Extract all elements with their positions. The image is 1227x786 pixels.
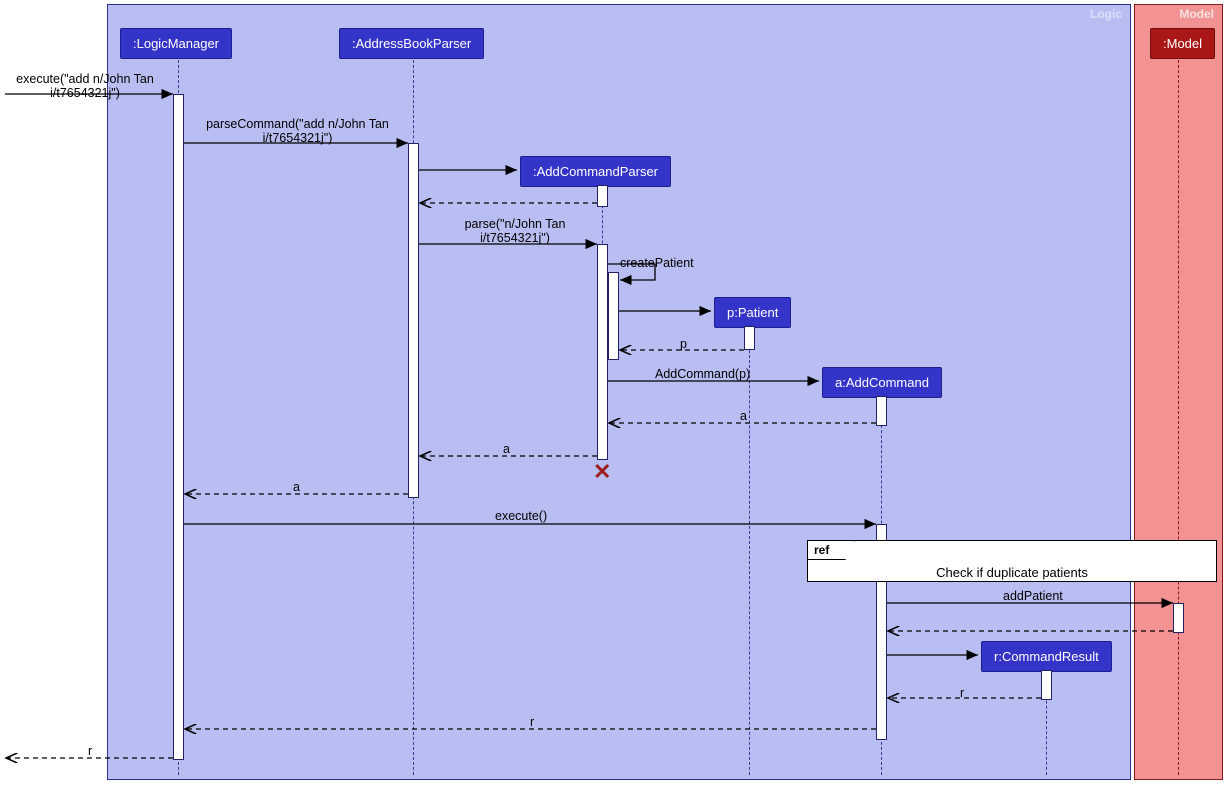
activation-commandresult [1041, 670, 1052, 700]
participant-patient: p:Patient [714, 297, 791, 328]
msg-createpatient: createPatient [620, 256, 694, 270]
lifeline-patient [749, 325, 750, 775]
activation-patient [744, 326, 755, 350]
msg-return-a1: a [740, 409, 747, 423]
participant-addressbookparser: :AddressBookParser [339, 28, 484, 59]
msg-return-r3: r [88, 744, 92, 758]
activation-addressbookparser [408, 143, 419, 498]
logic-frame-label: Logic [1082, 5, 1130, 23]
participant-commandresult: r:CommandResult [981, 641, 1112, 672]
msg-return-a2: a [503, 442, 510, 456]
activation-addcommandparser-3 [608, 272, 619, 360]
participant-addcommandparser: :AddCommandParser [520, 156, 671, 187]
activation-logicmanager [173, 94, 184, 760]
msg-execute-add: execute("add n/John Tan i/t7654321j") [5, 72, 165, 100]
activation-addcommand-1 [876, 396, 887, 426]
msg-return-r1: r [960, 686, 964, 700]
participant-logicmanager: :LogicManager [120, 28, 232, 59]
msg-addpatient: addPatient [1003, 589, 1063, 603]
msg-parse: parse("n/John Tan i/t7654321j") [435, 217, 595, 245]
msg-return-p: p [680, 337, 687, 351]
activation-addcommandparser-1 [597, 185, 608, 207]
activation-model [1173, 603, 1184, 633]
msg-parsecommand: parseCommand("add n/John Tan i/t7654321j… [190, 117, 405, 145]
model-frame-label: Model [1171, 5, 1222, 23]
lifeline-model [1178, 55, 1179, 775]
msg-execute: execute() [495, 509, 547, 523]
participant-addcommand: a:AddCommand [822, 367, 942, 398]
ref-fragment: ref Check if duplicate patients [807, 540, 1217, 582]
ref-text: Check if duplicate patients [808, 541, 1216, 580]
destroy-x-icon: ✕ [593, 459, 611, 485]
activation-addcommandparser-2 [597, 244, 608, 460]
participant-model: :Model [1150, 28, 1215, 59]
msg-return-r2: r [530, 715, 534, 729]
msg-return-a3: a [293, 480, 300, 494]
msg-addcommand-p: AddCommand(p) [655, 367, 750, 381]
